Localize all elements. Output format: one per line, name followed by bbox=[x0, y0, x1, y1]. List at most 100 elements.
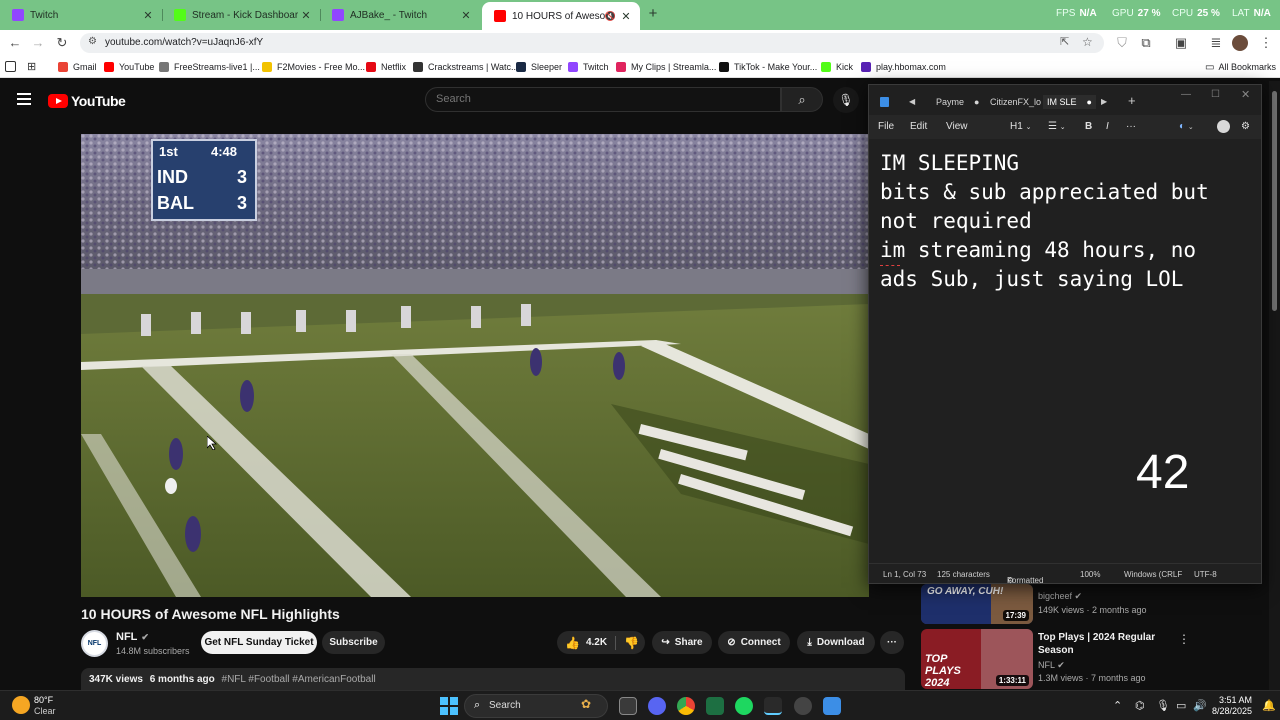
related-title[interactable]: Top Plays | 2024 Regular Season bbox=[1038, 631, 1158, 657]
cast-icon[interactable]: ▣ bbox=[1172, 34, 1190, 52]
more-options-icon[interactable]: ⋮ bbox=[1178, 632, 1190, 646]
sidebar-icon[interactable] bbox=[5, 61, 16, 72]
sunday-ticket-button[interactable]: Get NFL Sunday Ticket bbox=[201, 631, 317, 654]
bookmark-f2movies[interactable]: F2Movies - Free Mo... bbox=[262, 60, 365, 74]
hashtags[interactable]: #NFL #Football #AmericanFootball bbox=[222, 674, 376, 685]
copilot-icon[interactable]: ◐ ⌄ bbox=[1179, 121, 1194, 132]
heading-dropdown[interactable]: H1 ⌄ bbox=[1010, 121, 1031, 132]
reload-icon[interactable]: ↻ bbox=[53, 34, 71, 52]
bookmark-crackstreams[interactable]: Crackstreams | Watc... bbox=[413, 60, 519, 74]
task-view-icon[interactable] bbox=[619, 697, 637, 715]
site-info-icon[interactable]: ⚙ bbox=[88, 36, 97, 47]
list-format-icon[interactable]: ☰ ⌄ bbox=[1048, 121, 1066, 132]
network-icon[interactable]: ⌬ bbox=[1135, 699, 1145, 712]
obs-download-icon[interactable] bbox=[764, 697, 782, 715]
bookmark-freestreams[interactable]: FreeStreams-live1 |... bbox=[159, 60, 260, 74]
close-icon[interactable]: ✕ bbox=[618, 10, 634, 23]
notepad-tab[interactable]: CitizenFX_lo bbox=[990, 97, 1041, 107]
address-bar[interactable]: ⚙ youtube.com/watch?v=uJaqnJ6-xfY ⇱ ☆ bbox=[80, 33, 1104, 53]
description-box[interactable]: 347K views 6 months ago #NFL #Football #… bbox=[81, 668, 905, 690]
bookmark-youtube[interactable]: YouTube bbox=[104, 60, 154, 74]
search-box[interactable] bbox=[425, 87, 781, 112]
maximize-icon[interactable]: ☐ bbox=[1211, 89, 1220, 100]
bookmark-sleeper[interactable]: Sleeper bbox=[516, 60, 562, 74]
extensions-icon[interactable]: ⧉ bbox=[1137, 34, 1155, 52]
connect-button[interactable]: ⊘ Connect bbox=[718, 631, 790, 654]
apps-grid-icon[interactable]: ⊞ bbox=[27, 60, 36, 73]
tab-scroll-left-icon[interactable]: ◀ bbox=[909, 97, 915, 106]
like-icon[interactable]: 👍 bbox=[565, 636, 580, 650]
italic-icon[interactable]: I bbox=[1106, 121, 1109, 132]
browser-tab[interactable]: Twitch ✕ bbox=[0, 4, 162, 26]
bold-icon[interactable]: B bbox=[1085, 121, 1092, 132]
bookmark-star-icon[interactable]: ☆ bbox=[1082, 35, 1093, 49]
profile-avatar[interactable] bbox=[1232, 35, 1248, 51]
voice-search-button[interactable]: 🎙 bbox=[833, 87, 859, 113]
all-bookmarks-folder[interactable]: ▭ All Bookmarks bbox=[1205, 60, 1276, 74]
install-icon[interactable]: ⇱ bbox=[1060, 35, 1069, 48]
tray-chevron-icon[interactable]: ⌃ bbox=[1113, 699, 1122, 712]
taskbar-search[interactable]: ⌕ Search ✿ bbox=[464, 694, 608, 718]
notepad-text-area[interactable]: IM SLEEPING bits & sub appreciated but n… bbox=[880, 149, 1255, 294]
menu-icon[interactable] bbox=[17, 93, 31, 105]
like-count[interactable]: 4.2K bbox=[586, 637, 607, 648]
channel-avatar[interactable]: NFL bbox=[81, 630, 108, 657]
close-icon[interactable]: ✕ bbox=[140, 9, 156, 22]
settings-gear-icon[interactable]: ⚙ bbox=[1241, 121, 1250, 132]
forward-icon[interactable]: → bbox=[29, 34, 47, 52]
weather-temp[interactable]: 80°F bbox=[34, 695, 53, 705]
account-avatar[interactable] bbox=[1217, 120, 1230, 133]
line-ending[interactable]: Windows (CRLF bbox=[1124, 570, 1182, 579]
menu-view[interactable]: View bbox=[946, 121, 968, 132]
search-button[interactable]: ⌕ bbox=[781, 87, 823, 112]
microphone-icon[interactable]: 🎙 bbox=[1156, 699, 1170, 712]
display-icon[interactable]: ▭ bbox=[1176, 699, 1186, 712]
excel-icon[interactable] bbox=[706, 697, 724, 715]
video-player[interactable]: 1st 4:48 IND 3 BAL 3 bbox=[81, 134, 869, 597]
spotify-icon[interactable] bbox=[735, 697, 753, 715]
chrome-icon[interactable] bbox=[677, 697, 695, 715]
mute-icon[interactable]: 🔇 bbox=[605, 11, 616, 22]
browser-tab[interactable]: AJBake_ - Twitch ✕ bbox=[320, 4, 480, 26]
bookmark-netflix[interactable]: Netflix bbox=[366, 60, 406, 74]
browser-tab-active[interactable]: 10 HOURS of Awesome NFL 🔇 ✕ bbox=[482, 2, 640, 30]
menu-file[interactable]: File bbox=[878, 121, 894, 132]
notepad-tab[interactable]: Payme ● bbox=[936, 97, 979, 107]
menu-edit[interactable]: Edit bbox=[910, 121, 927, 132]
tab-scroll-right-icon[interactable]: ▶ bbox=[1101, 97, 1107, 106]
page-scrollbar[interactable] bbox=[1269, 81, 1280, 690]
notification-bell-icon[interactable]: 🔔 bbox=[1262, 699, 1276, 712]
notepad-taskbar-icon[interactable] bbox=[823, 697, 841, 715]
encoding[interactable]: UTF-8 bbox=[1194, 570, 1217, 579]
start-windows-icon[interactable] bbox=[440, 697, 458, 715]
new-tab-button[interactable]: + bbox=[645, 5, 661, 23]
related-thumbnail[interactable]: GO AWAY, CUH! 17:39 bbox=[921, 584, 1033, 624]
clock-date[interactable]: 8/28/2025 bbox=[1206, 706, 1252, 716]
shield-icon[interactable]: ⛉ bbox=[1113, 34, 1131, 52]
browser-tab[interactable]: Stream - Kick Dashboard ✕ bbox=[162, 4, 320, 26]
download-button[interactable]: ⤓ Download bbox=[797, 631, 875, 654]
share-button[interactable]: ↪ Share bbox=[652, 631, 712, 654]
minimize-icon[interactable]: — bbox=[1181, 89, 1191, 100]
youtube-logo[interactable]: YouTube bbox=[48, 93, 126, 109]
discord-icon[interactable] bbox=[648, 697, 666, 715]
close-icon[interactable]: ✕ bbox=[458, 9, 474, 22]
volume-icon[interactable]: 🔊 bbox=[1193, 699, 1207, 712]
search-input[interactable] bbox=[436, 93, 736, 105]
bookmark-kick[interactable]: Kick bbox=[821, 60, 853, 74]
bookmark-streamlabs[interactable]: My Clips | Streamla... bbox=[616, 60, 716, 74]
bookmark-gmail[interactable]: Gmail bbox=[58, 60, 97, 74]
bookmark-hbomax[interactable]: play.hbomax.com bbox=[861, 60, 946, 74]
more-format-icon[interactable]: ··· bbox=[1126, 121, 1136, 132]
tab-search-icon[interactable]: ≣ bbox=[1207, 34, 1225, 52]
subscribe-button[interactable]: Subscribe bbox=[322, 631, 385, 654]
weather-desc[interactable]: Clear bbox=[34, 706, 56, 716]
notepad-tab-active[interactable]: IM SLE ● bbox=[1043, 95, 1096, 109]
related-channel[interactable]: NFL ✔ bbox=[1038, 660, 1065, 671]
close-icon[interactable]: ✕ bbox=[1241, 88, 1250, 101]
more-actions-button[interactable]: ··· bbox=[880, 631, 904, 654]
new-tab-icon[interactable]: + bbox=[1128, 93, 1136, 108]
back-icon[interactable]: ← bbox=[6, 34, 24, 52]
related-thumbnail[interactable]: TOP PLAYS 2024 1:33:11 bbox=[921, 629, 1033, 689]
streaming-app-icon[interactable] bbox=[794, 697, 812, 715]
